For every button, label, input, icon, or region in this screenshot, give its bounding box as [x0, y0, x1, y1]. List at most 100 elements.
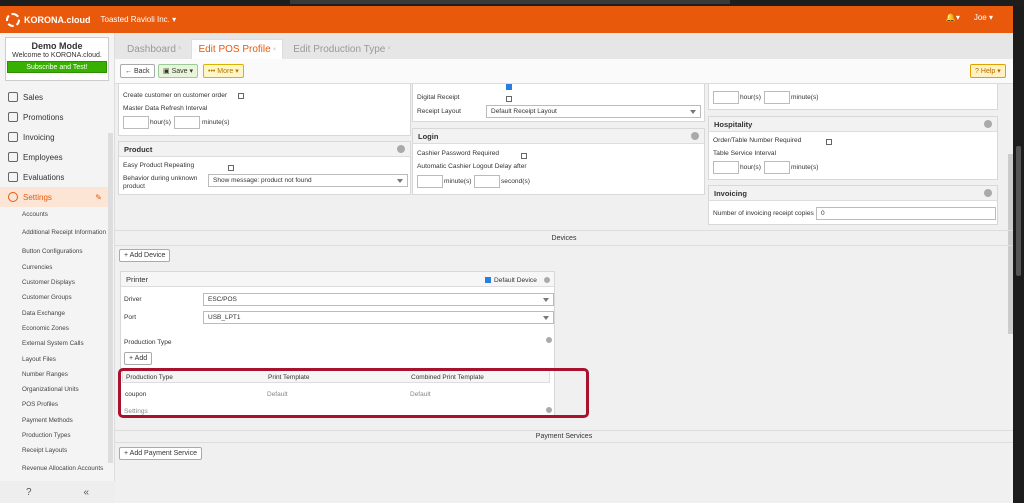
easy-repeat-checkbox[interactable]: [228, 165, 234, 171]
digital-receipt-checkbox[interactable]: [506, 96, 512, 102]
sidebar-sub-layout-files[interactable]: Layout Files: [0, 351, 108, 366]
panel-product: Product Easy Product Repeating Behavior …: [118, 141, 411, 195]
sidebar-scrollbar[interactable]: [108, 133, 113, 463]
refresh-minutes-stepper[interactable]: [174, 116, 200, 129]
select-value: Default Receipt Layout: [491, 108, 557, 115]
panel-title: Login: [418, 131, 439, 141]
order-table-checkbox[interactable]: [826, 139, 832, 145]
chevron-down-icon: [690, 110, 696, 114]
collapse-icon[interactable]: [397, 145, 405, 153]
unit-label: minute(s): [444, 178, 472, 185]
tab-dashboard[interactable]: Dashboard ×: [121, 39, 187, 59]
unit-label: hour(s): [150, 119, 171, 126]
subscribe-button[interactable]: Subscribe and Test!: [7, 61, 107, 73]
demo-mode-box: Demo Mode Welcome to KORONA.cloud. Subsc…: [5, 37, 109, 81]
edit-pencil-icon[interactable]: ✎: [95, 193, 102, 202]
notifications-bell-icon[interactable]: 🔔▾: [946, 13, 960, 22]
sidebar-footer: ? «: [0, 481, 115, 503]
checked-checkbox[interactable]: [506, 84, 512, 90]
sidebar-sub-customer-displays[interactable]: Customer Displays: [0, 275, 108, 290]
sidebar-item-employees[interactable]: Employees: [0, 147, 108, 167]
close-icon[interactable]: [544, 277, 550, 283]
sidebar-sub-payment-methods[interactable]: Payment Methods: [0, 413, 108, 428]
tab-label: Edit POS Profile: [198, 44, 271, 55]
user-menu[interactable]: Joe ▾: [974, 13, 993, 22]
sidebar-item-settings[interactable]: Settings ✎: [0, 187, 108, 207]
add-production-type-button[interactable]: + Add: [124, 352, 153, 365]
sidebar-sub-external-system-calls[interactable]: External System Calls: [0, 336, 108, 351]
collapse-icon[interactable]: [984, 120, 992, 128]
save-button[interactable]: ▣ Save ▾: [158, 64, 199, 78]
sidebar-item-label: Employees: [23, 152, 63, 162]
help-label: Help ▾: [980, 68, 1001, 75]
tab-label: Edit Production Type: [293, 43, 386, 55]
table-minutes-stepper[interactable]: [764, 161, 790, 174]
tab-edit-production-type[interactable]: Edit Production Type ×: [287, 39, 397, 59]
app-header: KORONA.cloud Toasted Ravioli Inc. ▾ 🔔▾ J…: [0, 6, 1013, 33]
panel-customer: Create customer on customer order Master…: [118, 84, 411, 136]
sidebar-sub-data-exchange[interactable]: Data Exchange: [0, 305, 108, 320]
sidebar-sub-currencies[interactable]: Currencies: [0, 260, 108, 275]
tab-edit-pos-profile[interactable]: Edit POS Profile ×: [191, 39, 284, 59]
main-scrollbar[interactable]: [1008, 154, 1013, 334]
sidebar-sub-accounts[interactable]: Accounts: [0, 207, 108, 222]
port-select[interactable]: USB_LPT1: [203, 311, 554, 324]
select-value: USB_LPT1: [208, 314, 241, 321]
chevron-down-icon: [397, 179, 403, 183]
receipt-layout-select[interactable]: Default Receipt Layout: [486, 105, 701, 118]
unit-label: minute(s): [791, 94, 819, 101]
minutes-stepper[interactable]: [764, 91, 790, 104]
sidebar-sub-button-configurations[interactable]: Button Configurations: [0, 244, 108, 259]
invoicing-copies-input[interactable]: 0: [816, 207, 996, 220]
people-icon: [8, 152, 18, 162]
panel-login: Login Cashier Password Required Automati…: [412, 128, 705, 195]
add-payment-service-button[interactable]: + Add Payment Service: [119, 447, 202, 460]
back-button[interactable]: ← Back: [120, 64, 155, 78]
panel-invoicing: Invoicing Number of invoicing receipt co…: [708, 185, 998, 225]
sidebar-item-invoicing[interactable]: Invoicing: [0, 127, 108, 147]
default-device-checkbox[interactable]: [485, 277, 491, 283]
sidebar-sub-receipt-layouts[interactable]: Receipt Layouts: [0, 443, 108, 458]
sidebar-sub-number-ranges[interactable]: Number Ranges: [0, 367, 108, 382]
unknown-product-select[interactable]: Show message: product not found: [208, 174, 408, 187]
close-icon[interactable]: ×: [273, 47, 277, 53]
sidebar-item-promotions[interactable]: Promotions: [0, 107, 108, 127]
sidebar-sub-customer-groups[interactable]: Customer Groups: [0, 290, 108, 305]
sidebar-sub-pos-profiles[interactable]: POS Profiles: [0, 397, 108, 412]
demo-title: Demo Mode: [31, 41, 83, 51]
sales-icon: [8, 92, 18, 102]
logout-minutes-stepper[interactable]: [417, 175, 443, 188]
collapse-icon[interactable]: [691, 132, 699, 140]
create-customer-checkbox[interactable]: [238, 93, 244, 99]
collapse-sidebar-icon[interactable]: «: [83, 487, 89, 498]
help-circle-icon[interactable]: ?: [26, 487, 32, 498]
table-hours-stepper[interactable]: [713, 161, 739, 174]
collapse-icon[interactable]: [984, 189, 992, 197]
sidebar-item-sales[interactable]: Sales: [0, 87, 108, 107]
sidebar-sub-organizational-units[interactable]: Organizational Units: [0, 382, 108, 397]
korona-logo-icon: [6, 12, 20, 27]
more-button[interactable]: ••• More ▾: [203, 64, 244, 78]
close-icon[interactable]: ×: [178, 46, 182, 52]
sidebar-sub-revenue-allocation[interactable]: Revenue Allocation Accounts: [0, 458, 108, 480]
back-label: Back: [134, 67, 150, 75]
close-icon[interactable]: ×: [387, 46, 391, 52]
sidebar-sub-production-types[interactable]: Production Types: [0, 428, 108, 443]
brand-logo[interactable]: KORONA.cloud: [6, 12, 91, 27]
divider: [115, 442, 1013, 443]
driver-select[interactable]: ESC/POS: [203, 293, 554, 306]
company-selector[interactable]: Toasted Ravioli Inc. ▾: [101, 15, 177, 24]
refresh-hours-stepper[interactable]: [123, 116, 149, 129]
help-button[interactable]: ? Help ▾: [970, 64, 1006, 78]
divider: [115, 230, 1013, 231]
collapse-icon[interactable]: [546, 337, 552, 343]
sidebar-sub-economic-zones[interactable]: Economic Zones: [0, 321, 108, 336]
hours-stepper[interactable]: [713, 91, 739, 104]
outer-scroll-thumb[interactable]: [1016, 146, 1021, 276]
logout-seconds-stepper[interactable]: [474, 175, 500, 188]
default-device-label: Default Device: [494, 277, 537, 284]
add-device-button[interactable]: + Add Device: [119, 249, 171, 262]
cashier-password-checkbox[interactable]: [521, 153, 527, 159]
sidebar-sub-additional-receipt-info[interactable]: Additional Receipt Information: [0, 222, 108, 244]
sidebar-item-evaluations[interactable]: Evaluations: [0, 167, 108, 187]
